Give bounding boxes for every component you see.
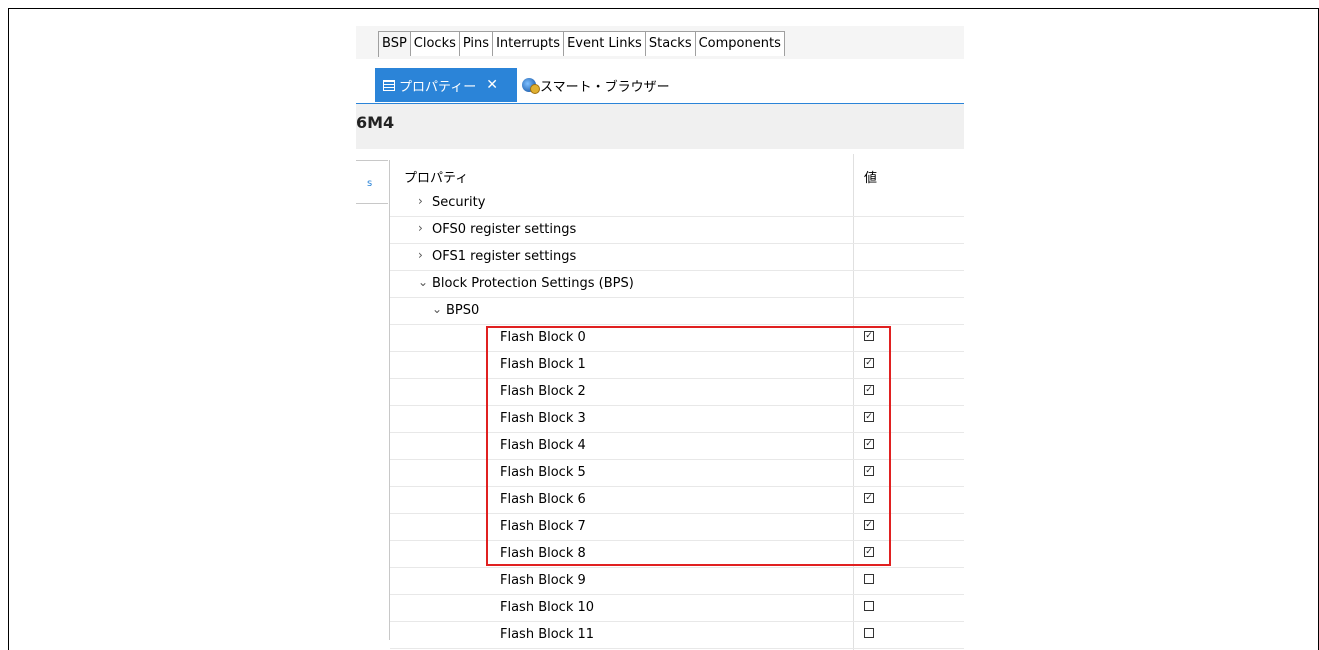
chevron-right-icon[interactable]: › <box>418 248 423 262</box>
header-value[interactable]: 値 <box>864 167 877 186</box>
row-checkbox[interactable]: ✓ <box>864 412 874 422</box>
table-row[interactable]: ⌄ Block Protection Settings (BPS) <box>390 271 964 298</box>
row-checkbox[interactable]: ✓ <box>864 331 874 341</box>
row-label: Flash Block 10 <box>500 600 595 615</box>
tab-properties-label: プロパティー <box>399 79 477 95</box>
row-label: Flash Block 8 <box>500 546 586 561</box>
table-row[interactable]: Flash Block 2 ✓ <box>390 379 964 406</box>
row-label: Flash Block 9 <box>500 573 586 588</box>
frame-border-top <box>8 8 1319 9</box>
row-label: Flash Block 5 <box>500 465 586 480</box>
table-row[interactable]: Flash Block 1 ✓ <box>390 352 964 379</box>
row-label: BPS0 <box>446 303 480 318</box>
side-tab-strip <box>356 160 390 640</box>
table-row[interactable]: Flash Block 11 <box>390 622 964 649</box>
row-label: Flash Block 1 <box>500 357 586 372</box>
tab-components[interactable]: Components <box>695 31 785 56</box>
table-row[interactable]: Flash Block 5 ✓ <box>390 460 964 487</box>
panel-title: 6M4 <box>356 113 395 132</box>
chevron-right-icon[interactable]: › <box>418 194 423 208</box>
tab-interrupts[interactable]: Interrupts <box>493 31 565 56</box>
chevron-right-icon[interactable]: › <box>418 221 423 235</box>
row-checkbox[interactable] <box>864 628 874 638</box>
row-label: Flash Block 3 <box>500 411 586 426</box>
row-label: Flash Block 0 <box>500 330 586 345</box>
table-row[interactable]: Flash Block 6 ✓ <box>390 487 964 514</box>
tab-clocks[interactable]: Clocks <box>410 31 460 56</box>
row-checkbox[interactable] <box>864 601 874 611</box>
tab-bsp[interactable]: BSP <box>379 31 411 56</box>
table-row[interactable]: Flash Block 0 ✓ <box>390 325 964 352</box>
table-header: プロパティ 値 <box>390 160 964 190</box>
row-checkbox[interactable]: ✓ <box>864 439 874 449</box>
side-tab-label: s <box>367 178 373 189</box>
tab-stacks[interactable]: Stacks <box>645 31 696 56</box>
tab-smart-browser[interactable]: スマート・ブラウザー <box>522 68 670 102</box>
row-label: OFS1 register settings <box>432 249 577 264</box>
header-property[interactable]: プロパティ <box>404 167 468 186</box>
row-label: Flash Block 6 <box>500 492 586 507</box>
close-icon[interactable]: ✕ <box>486 77 498 93</box>
row-label: Flash Block 2 <box>500 384 586 399</box>
table-row[interactable]: ⌄ BPS0 <box>390 298 964 325</box>
properties-table: プロパティ 値 › Security › OFS0 register settings… <box>390 160 964 649</box>
tab-pins[interactable]: Pins <box>459 31 494 56</box>
row-checkbox[interactable]: ✓ <box>864 385 874 395</box>
frame-border-left <box>8 8 9 650</box>
config-tabs: BSP Clocks Pins Interrupts Event Links S… <box>378 31 785 57</box>
row-label: Security <box>432 195 486 210</box>
chevron-down-icon[interactable]: ⌄ <box>432 302 442 316</box>
row-label: OFS0 register settings <box>432 222 577 237</box>
table-row[interactable]: Flash Block 8 ✓ <box>390 541 964 568</box>
tab-properties[interactable]: プロパティー ✕ <box>375 68 517 102</box>
side-tab[interactable]: s <box>356 160 388 204</box>
smart-browser-icon <box>522 78 540 94</box>
table-icon <box>383 79 395 91</box>
table-row[interactable]: Flash Block 3 ✓ <box>390 406 964 433</box>
row-label: Block Protection Settings (BPS) <box>432 276 634 291</box>
row-checkbox[interactable]: ✓ <box>864 547 874 557</box>
tab-event-links[interactable]: Event Links <box>564 31 646 56</box>
row-label: Flash Block 11 <box>500 627 595 642</box>
table-body: › Security › OFS0 register settings › OFS1 re… <box>390 190 964 649</box>
row-label: Flash Block 7 <box>500 519 586 534</box>
table-row[interactable]: Flash Block 9 <box>390 568 964 595</box>
tab-smart-browser-label: スマート・ブラウザー <box>540 79 670 95</box>
table-row[interactable]: Flash Block 10 <box>390 595 964 622</box>
row-checkbox[interactable]: ✓ <box>864 493 874 503</box>
chevron-down-icon[interactable]: ⌄ <box>418 275 428 289</box>
row-checkbox[interactable]: ✓ <box>864 466 874 476</box>
table-row[interactable]: Flash Block 4 ✓ <box>390 433 964 460</box>
row-label: Flash Block 4 <box>500 438 586 453</box>
table-row[interactable]: › OFS0 register settings <box>390 217 964 244</box>
row-checkbox[interactable] <box>864 574 874 584</box>
table-row[interactable]: › Security <box>390 190 964 217</box>
row-checkbox[interactable]: ✓ <box>864 520 874 530</box>
table-row[interactable]: Flash Block 7 ✓ <box>390 514 964 541</box>
table-row[interactable]: › OFS1 register settings <box>390 244 964 271</box>
row-checkbox[interactable]: ✓ <box>864 358 874 368</box>
panel-header <box>356 104 964 149</box>
